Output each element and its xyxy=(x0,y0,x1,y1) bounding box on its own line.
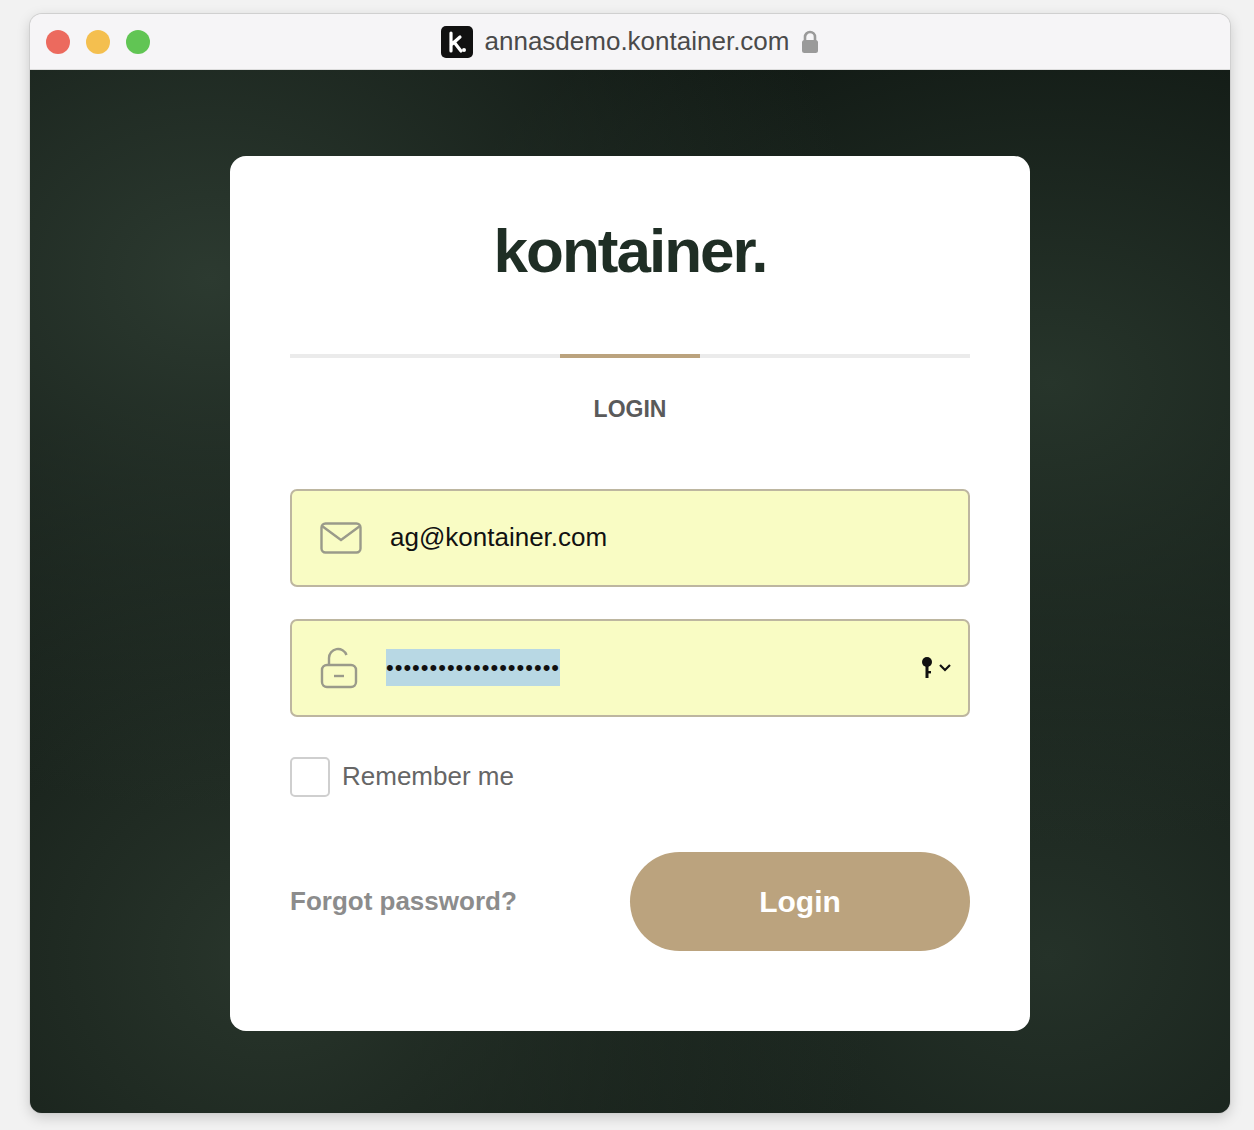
email-field[interactable]: ag@kontainer.com xyxy=(290,489,970,587)
lock-icon xyxy=(320,647,358,689)
title-bar: annasdemo.kontainer.com xyxy=(30,14,1230,70)
remember-me[interactable]: Remember me xyxy=(290,757,970,797)
email-value: ag@kontainer.com xyxy=(390,518,607,557)
login-tab[interactable]: LOGIN xyxy=(290,392,970,427)
screen: annasdemo.kontainer.com kontainer. LOGIN ag… xyxy=(0,0,1254,1130)
lock-icon xyxy=(801,30,819,54)
url-text: annasdemo.kontainer.com xyxy=(485,22,790,61)
favicon-icon xyxy=(441,26,473,58)
minimize-button[interactable] xyxy=(86,30,110,54)
login-card: kontainer. LOGIN ag@kontainer.com •••••••••… xyxy=(230,156,1030,1031)
browser-window: annasdemo.kontainer.com kontainer. LOGIN ag… xyxy=(30,14,1230,1113)
remember-checkbox[interactable] xyxy=(290,757,330,797)
envelope-icon xyxy=(320,522,362,554)
tab-track xyxy=(290,354,970,358)
actions-row: Forgot password? Login xyxy=(290,852,970,951)
forgot-password-link[interactable]: Forgot password? xyxy=(290,882,517,921)
zoom-button[interactable] xyxy=(126,30,150,54)
close-button[interactable] xyxy=(46,30,70,54)
tab-indicator xyxy=(560,354,700,358)
logo: kontainer. xyxy=(290,220,970,282)
address-bar[interactable]: annasdemo.kontainer.com xyxy=(441,22,820,61)
login-button[interactable]: Login xyxy=(630,852,970,951)
key-icon xyxy=(920,655,954,681)
password-field[interactable]: •••••••••••••••••••• xyxy=(290,619,970,717)
background-photo: kontainer. LOGIN ag@kontainer.com •••••••••… xyxy=(30,70,1230,1113)
window-controls xyxy=(46,30,150,54)
password-value: •••••••••••••••••••• xyxy=(386,649,560,686)
remember-label: Remember me xyxy=(342,757,514,796)
